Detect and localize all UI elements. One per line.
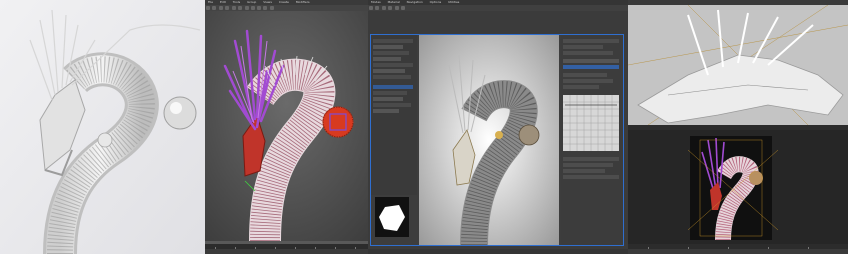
material-status-bar xyxy=(368,249,628,254)
assign-material-icon[interactable] xyxy=(369,6,373,10)
mirror-icon[interactable] xyxy=(257,6,262,10)
menu-options[interactable]: Options xyxy=(430,0,442,4)
render-setup-panel[interactable] xyxy=(561,35,623,245)
menu-edit[interactable]: Edit xyxy=(220,0,226,4)
rotate-icon[interactable] xyxy=(237,6,242,10)
material-preview-slot[interactable] xyxy=(375,197,409,237)
material-toolbar[interactable] xyxy=(368,5,628,11)
perspective-viewport-panel[interactable]: File Edit Tools Group Views Create Modif… xyxy=(205,0,368,254)
snap-icon[interactable] xyxy=(250,6,255,10)
material-editor-panel[interactable]: Modes Material Navigation Options Utilit… xyxy=(368,0,628,254)
status-bar xyxy=(205,249,368,254)
top-viewport[interactable] xyxy=(628,5,848,125)
material-render-preview xyxy=(419,35,559,245)
curve-graph[interactable] xyxy=(563,95,619,151)
menu-group[interactable]: Group xyxy=(247,0,256,4)
menu-modifiers[interactable]: Modifiers xyxy=(296,0,310,4)
sample-icon[interactable] xyxy=(400,6,405,10)
material-sphere-preview xyxy=(379,205,405,231)
menu-modes[interactable]: Modes xyxy=(371,0,381,4)
right-viewports-panel[interactable] xyxy=(628,0,848,254)
render-preview-panel xyxy=(0,0,205,254)
show-map-icon[interactable] xyxy=(387,6,392,10)
copy-icon[interactable] xyxy=(381,6,386,10)
undo-icon[interactable] xyxy=(206,6,210,10)
reset-icon[interactable] xyxy=(375,6,379,10)
render-icon[interactable] xyxy=(270,6,275,10)
background-icon[interactable] xyxy=(394,6,399,10)
redo-icon[interactable] xyxy=(212,6,216,10)
bottom-viewport[interactable] xyxy=(628,130,848,244)
scale-icon[interactable] xyxy=(244,6,249,10)
menu-file[interactable]: File xyxy=(208,0,213,4)
select-icon[interactable] xyxy=(224,6,229,10)
menu-views[interactable]: Views xyxy=(263,0,272,4)
move-icon[interactable] xyxy=(231,6,236,10)
viewport-canvas[interactable] xyxy=(205,11,368,241)
slate-material-window[interactable] xyxy=(370,34,624,246)
material-parameter-rollout[interactable] xyxy=(371,35,417,195)
align-icon[interactable] xyxy=(263,6,268,10)
menu-navigation[interactable]: Navigation xyxy=(407,0,423,4)
dragon-render-image xyxy=(0,0,205,254)
menu-material[interactable]: Material xyxy=(388,0,400,4)
right-status-bar xyxy=(628,249,848,254)
menu-tools[interactable]: Tools xyxy=(233,0,240,4)
menu-utilities[interactable]: Utilities xyxy=(448,0,459,4)
link-icon[interactable] xyxy=(218,6,223,10)
menu-create[interactable]: Create xyxy=(279,0,289,4)
